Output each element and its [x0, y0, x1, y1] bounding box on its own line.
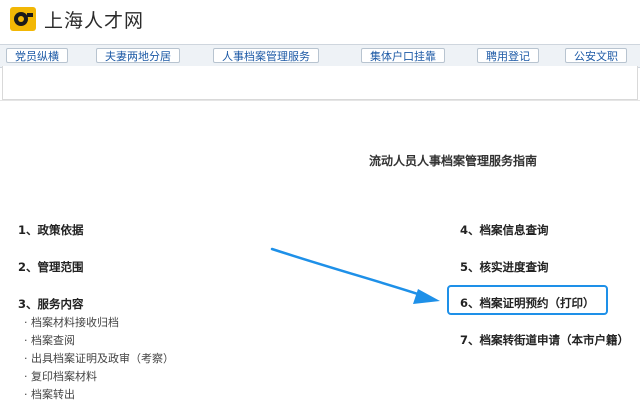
annotation-arrow-icon	[270, 247, 440, 304]
